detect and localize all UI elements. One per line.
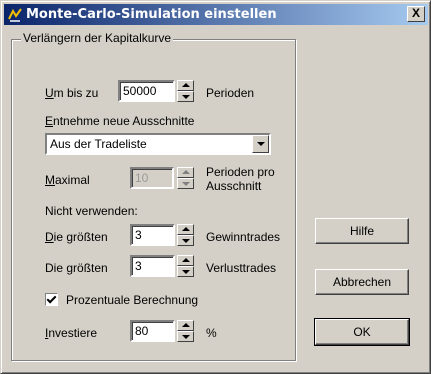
spin-down-icon[interactable] [177, 331, 194, 342]
entnehme-mnemonic: E [45, 114, 54, 128]
maximal-unit-line1: Perioden pro [206, 165, 275, 179]
perioden-input[interactable]: 50000 [118, 80, 175, 102]
spin-up-icon [177, 167, 194, 178]
spin-down-icon[interactable] [177, 91, 194, 102]
ausschnitte-dropdown[interactable]: Aus der Tradeliste [45, 133, 271, 155]
window-title: Monte-Carlo-Simulation einstellen [26, 7, 277, 22]
spin-down-icon [177, 178, 194, 189]
dropdown-value: Aus der Tradeliste [50, 137, 147, 151]
maximal-unit-line2: Ausschnitt [206, 179, 262, 193]
entnehme-text: ntnehme neue Ausschnitte [53, 114, 195, 128]
group-legend: Verlängern der Kapitalkurve [21, 31, 174, 45]
spin-up-icon[interactable] [177, 80, 194, 91]
verlusttrades-unit: Verlusttrades [206, 261, 277, 275]
investiere-text: nvestiere [48, 326, 98, 340]
prozentuale-checkbox[interactable] [45, 293, 58, 306]
spin-down-icon[interactable] [177, 235, 194, 246]
um-bis-zu-text: m bis zu [53, 86, 99, 100]
investiere-input[interactable]: 80 [130, 320, 175, 342]
nicht-verwenden-label: Nicht verwenden: [45, 204, 138, 218]
prozentuale-label[interactable]: Prozentuale Berechnung [66, 293, 198, 307]
maximal-label: Maximal [45, 173, 90, 187]
close-button[interactable]: X [407, 6, 425, 22]
maximal-unit: Perioden pro Ausschnitt [206, 165, 275, 193]
spin-up-icon[interactable] [177, 255, 194, 266]
gewinntrades-input[interactable]: 3 [130, 224, 175, 246]
perioden-unit: Perioden [206, 86, 255, 100]
spin-up-icon[interactable] [177, 224, 194, 235]
chevron-down-icon[interactable] [252, 135, 269, 153]
spin-up-icon[interactable] [177, 320, 194, 331]
investiere-spinner[interactable] [177, 320, 194, 342]
verlusttrades-spinner[interactable] [177, 255, 194, 277]
groesste-gewinn-mnemonic: D [45, 230, 54, 244]
perioden-spinner[interactable] [177, 80, 194, 102]
cancel-button[interactable]: Abbrechen [315, 269, 409, 295]
maximal-mnemonic: M [45, 173, 55, 187]
dialog-window: Monte-Carlo-Simulation einstellen X Verl… [0, 0, 431, 374]
groesste-gewinn-text: ie größten [53, 230, 108, 244]
title-bar: Monte-Carlo-Simulation einstellen X [4, 4, 428, 25]
help-button[interactable]: Hilfe [315, 218, 409, 244]
gewinntrades-spinner[interactable] [177, 224, 194, 246]
ok-button[interactable]: OK [314, 318, 410, 346]
app-icon [8, 8, 22, 22]
investiere-label: Investiere [45, 326, 97, 340]
maximal-spinner [177, 167, 194, 189]
groesste-gewinn-label: Die größten [45, 230, 108, 244]
groesste-verlust-label: Die größten [45, 261, 108, 275]
um-bis-zu-mnemonic: U [45, 86, 54, 100]
verlusttrades-input[interactable]: 3 [130, 255, 175, 277]
maximal-text: aximal [55, 173, 90, 187]
close-icon: X [411, 6, 420, 20]
investiere-unit: % [206, 326, 217, 340]
maximal-input: 10 [130, 167, 174, 189]
groesste-verlust-pre: Die [45, 261, 67, 275]
um-bis-zu-label: Um bis zu [45, 86, 98, 100]
gewinntrades-unit: Gewinntrades [206, 230, 281, 244]
spin-down-icon[interactable] [177, 266, 194, 277]
groesste-verlust-text: rößten [73, 261, 108, 275]
entnehme-label: Entnehme neue Ausschnitte [45, 114, 194, 128]
